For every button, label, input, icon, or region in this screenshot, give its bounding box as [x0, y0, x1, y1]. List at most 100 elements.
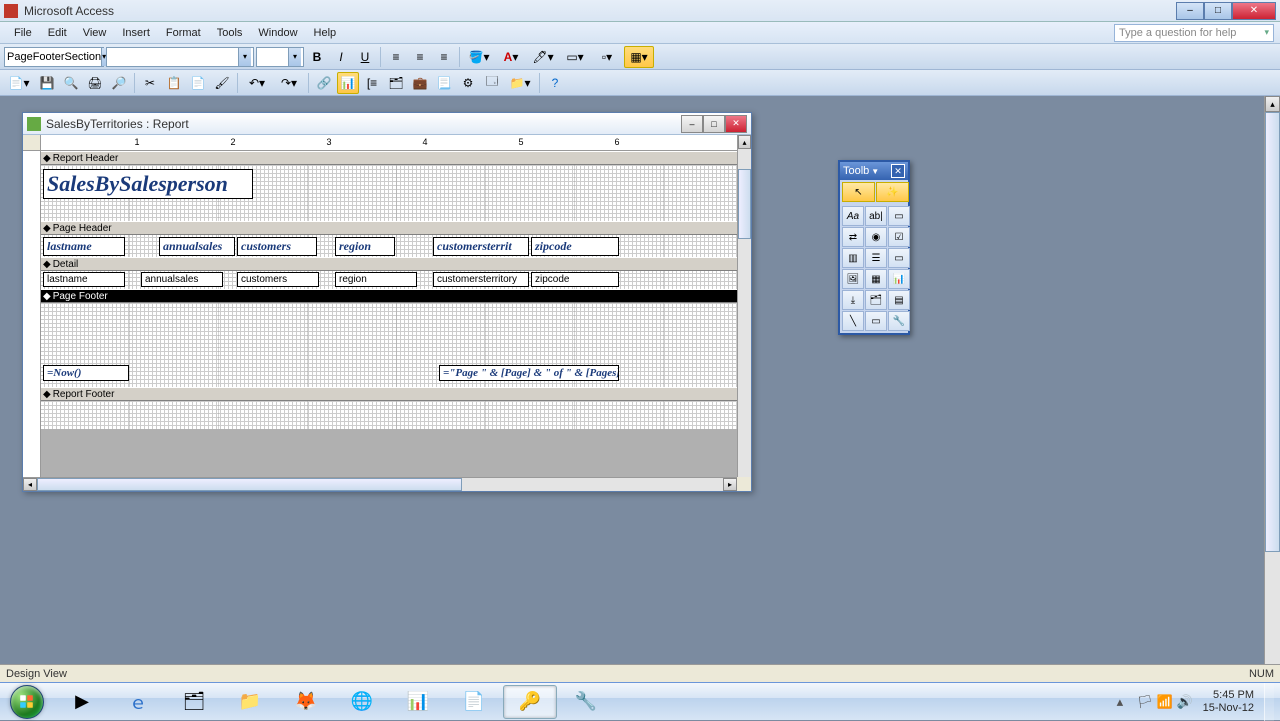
save-button[interactable]: 💾: [36, 72, 58, 94]
menu-tools[interactable]: Tools: [209, 25, 251, 41]
menu-format[interactable]: Format: [158, 25, 209, 41]
section-page-header[interactable]: lastname annualsales customers region cu…: [41, 235, 751, 257]
report-design-window[interactable]: SalesByTerritories : Report – □ ✕ 1 2 3 …: [22, 112, 752, 492]
report-vscrollbar[interactable]: ▴: [737, 135, 751, 477]
taskbar-access[interactable]: 🔑: [503, 685, 557, 719]
file-search-button[interactable]: 🔍: [60, 72, 82, 94]
scroll-up-button[interactable]: ▴: [738, 135, 751, 149]
tool-option-button[interactable]: ◉: [865, 227, 887, 247]
footer-now[interactable]: =Now(): [43, 365, 129, 381]
print-button[interactable]: 🖨: [84, 72, 106, 94]
toolbox-titlebar[interactable]: Toolb▼ ✕: [840, 162, 908, 180]
tray-clock[interactable]: 5:45 PM 15-Nov-12: [1197, 689, 1260, 713]
font-color-button[interactable]: A▾: [496, 46, 526, 68]
tray-network-icon[interactable]: 📶: [1157, 694, 1173, 710]
menu-insert[interactable]: Insert: [114, 25, 158, 41]
tool-unbound-object[interactable]: ▦: [865, 269, 887, 289]
align-left-button[interactable]: ≡: [385, 46, 407, 68]
field-customers[interactable]: customers: [237, 272, 319, 287]
taskbar-firefox[interactable]: 🦊: [279, 685, 333, 719]
new-object-button[interactable]: 📁▾: [505, 72, 535, 94]
database-window-button[interactable]: 🗔: [481, 72, 503, 94]
view-button[interactable]: 📄▾: [4, 72, 34, 94]
redo-button[interactable]: ↷▾: [274, 72, 304, 94]
section-detail[interactable]: lastname annualsales customers region cu…: [41, 271, 751, 289]
horizontal-ruler[interactable]: 1 2 3 4 5 6: [41, 135, 751, 151]
tool-label[interactable]: Aa: [842, 206, 864, 226]
section-bar-report-header[interactable]: ◆Report Header: [41, 151, 751, 165]
field-list-button[interactable]: 📊: [337, 72, 359, 94]
menu-help[interactable]: Help: [306, 25, 345, 41]
align-center-button[interactable]: ≡: [409, 46, 431, 68]
taskbar-libraries[interactable]: 🗂: [167, 685, 221, 719]
vertical-ruler[interactable]: [23, 151, 41, 477]
menu-window[interactable]: Window: [250, 25, 305, 41]
tray-volume-icon[interactable]: 🔊: [1177, 694, 1193, 710]
tool-control-wizards[interactable]: ✨: [876, 182, 909, 202]
tool-subform[interactable]: ▤: [888, 290, 910, 310]
tray-flag-icon[interactable]: 🏳: [1137, 694, 1153, 710]
undo-button[interactable]: ↶▾: [242, 72, 272, 94]
toolbox-palette[interactable]: Toolb▼ ✕ ↖ ✨ Aa ab| ▭ ⇄ ◉ ☑ ▥ ☰ ▭ 🖼 ▦ 📊 …: [838, 160, 910, 335]
tool-more-controls[interactable]: 🔧: [888, 311, 910, 331]
scroll-left-button[interactable]: ◂: [23, 478, 37, 491]
taskbar-app[interactable]: 🔧: [559, 685, 613, 719]
section-report-footer[interactable]: [41, 401, 751, 429]
start-button[interactable]: [0, 683, 54, 721]
tool-combobox[interactable]: ▥: [842, 248, 864, 268]
tool-rectangle[interactable]: ▭: [865, 311, 887, 331]
footer-page[interactable]: ="Page " & [Page] & " of " & [Pages]: [439, 365, 619, 381]
menu-file[interactable]: File: [6, 25, 40, 41]
taskbar-ie[interactable]: ｅ: [111, 685, 165, 719]
cut-button[interactable]: ✂: [139, 72, 161, 94]
autoformat-button[interactable]: 🗂: [385, 72, 407, 94]
format-painter-button[interactable]: 🖌: [211, 72, 233, 94]
tool-bound-object[interactable]: 📊: [888, 269, 910, 289]
section-bar-report-footer[interactable]: ◆Report Footer: [41, 387, 751, 401]
tool-command-button[interactable]: ▭: [888, 248, 910, 268]
field-annualsales[interactable]: annualsales: [141, 272, 223, 287]
report-close-button[interactable]: ✕: [725, 115, 747, 133]
scroll-right-button[interactable]: ▸: [723, 478, 737, 491]
section-report-header[interactable]: SalesBySalesperson: [41, 165, 751, 221]
tool-checkbox[interactable]: ☑: [888, 227, 910, 247]
hscroll-thumb[interactable]: [37, 478, 462, 491]
bold-button[interactable]: B: [306, 46, 328, 68]
font-size-selector[interactable]: ▾: [256, 47, 304, 67]
field-zipcode[interactable]: zipcode: [531, 272, 619, 287]
section-bar-page-footer[interactable]: ◆Page Footer: [41, 289, 751, 303]
app-vscroll-thumb[interactable]: [1265, 112, 1280, 552]
tool-toggle-button[interactable]: ⇄: [842, 227, 864, 247]
report-title-control[interactable]: SalesBySalesperson: [43, 169, 253, 199]
tool-image[interactable]: 🖼: [842, 269, 864, 289]
print-preview-button[interactable]: 🔎: [108, 72, 130, 94]
show-desktop-button[interactable]: [1264, 683, 1274, 721]
field-lastname[interactable]: lastname: [43, 272, 125, 287]
properties-button[interactable]: 📃: [433, 72, 455, 94]
fill-color-button[interactable]: 🪣▾: [464, 46, 494, 68]
copy-button[interactable]: 📋: [163, 72, 185, 94]
tray-chevron-icon[interactable]: ▴: [1117, 694, 1133, 710]
report-hscrollbar[interactable]: ◂ ▸: [23, 477, 737, 491]
header-customersterrit[interactable]: customersterrit: [433, 237, 529, 256]
object-selector[interactable]: PageFooterSection▾: [4, 47, 104, 67]
ruler-corner[interactable]: [23, 135, 41, 151]
font-name-selector[interactable]: ▾: [106, 47, 254, 67]
line-color-button[interactable]: 🖊▾: [528, 46, 558, 68]
taskbar-powerpoint[interactable]: 📊: [391, 685, 445, 719]
taskbar-word[interactable]: 📄: [447, 685, 501, 719]
line-width-button[interactable]: ▭▾: [560, 46, 590, 68]
taskbar-media-player[interactable]: ▶: [55, 685, 109, 719]
help-button[interactable]: ?: [544, 72, 566, 94]
header-lastname[interactable]: lastname: [43, 237, 125, 256]
tool-select-objects[interactable]: ↖: [842, 182, 875, 202]
header-annualsales[interactable]: annualsales: [159, 237, 235, 256]
sorting-grouping-button[interactable]: [≡: [361, 72, 383, 94]
field-customersterritory[interactable]: customersterritory: [433, 272, 529, 287]
tool-tab-control[interactable]: 🗂: [865, 290, 887, 310]
build-button[interactable]: ⚙: [457, 72, 479, 94]
tool-textbox[interactable]: ab|: [865, 206, 887, 226]
section-bar-detail[interactable]: ◆Detail: [41, 257, 751, 271]
vscroll-thumb[interactable]: [738, 169, 751, 239]
tool-listbox[interactable]: ☰: [865, 248, 887, 268]
